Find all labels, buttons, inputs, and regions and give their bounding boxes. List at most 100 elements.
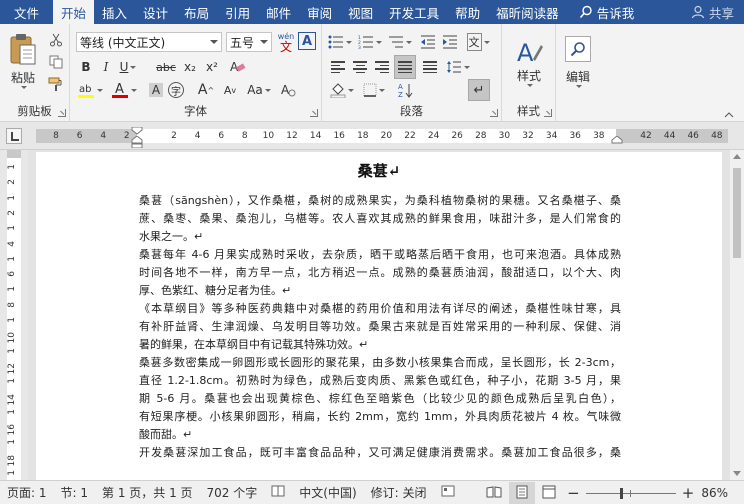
ruler-tick-label: 34 <box>545 131 558 141</box>
cut-button[interactable] <box>46 30 66 50</box>
web-layout-button[interactable] <box>535 485 563 502</box>
text-effects-button[interactable]: A <box>228 57 248 77</box>
character-border-button[interactable]: A <box>298 32 316 50</box>
zoom-level[interactable]: 86% <box>694 486 744 500</box>
tell-me-box[interactable]: 告诉我 <box>571 0 643 24</box>
status-section[interactable]: 节: 1 <box>54 484 96 501</box>
right-indent-marker[interactable] <box>611 136 623 144</box>
line-spacing-button[interactable] <box>444 57 472 77</box>
increase-indent-button[interactable] <box>440 32 460 52</box>
tab-selector[interactable] <box>6 128 22 144</box>
ruler-tick-label: 28 <box>475 131 487 141</box>
eraser-icon: A <box>230 60 246 74</box>
bold-glyph: B <box>81 60 91 74</box>
ruler-tick-label: 4 <box>194 131 201 141</box>
font-color-button[interactable]: A <box>110 80 138 100</box>
status-page-of[interactable]: 第 1 页，共 1 页 <box>95 484 200 501</box>
tab-review[interactable]: 审阅 <box>299 0 340 24</box>
clear-formatting-button[interactable]: A <box>278 80 298 100</box>
line-spacing-icon <box>447 61 461 73</box>
tab-insert[interactable]: 插入 <box>94 0 135 24</box>
align-right-button[interactable] <box>372 57 392 77</box>
tab-developer[interactable]: 开发工具 <box>381 0 447 24</box>
horizontal-ruler[interactable]: 8 6 4 2 2 4 6 8 10 12 14 16 18 20 22 24 26 28 30 32 34 36 38 42… <box>0 122 744 150</box>
tab-design[interactable]: 设计 <box>135 0 176 24</box>
share-button[interactable]: 共享 <box>691 0 744 24</box>
tab-help[interactable]: 帮助 <box>447 0 488 24</box>
copy-button[interactable] <box>46 52 66 72</box>
tab-references[interactable]: 引用 <box>217 0 258 24</box>
numbering-button[interactable]: 123 <box>356 32 384 52</box>
paragraph-dialog-launcher[interactable] <box>490 109 498 117</box>
status-language[interactable]: 中文(中国) <box>292 484 363 501</box>
scrollbar-thumb[interactable] <box>733 168 741 258</box>
status-macro-icon[interactable] <box>434 485 462 500</box>
print-layout-button[interactable] <box>509 481 536 504</box>
character-shading-button[interactable]: A <box>146 80 166 100</box>
align-right-icon <box>375 61 389 73</box>
styles-gallery-button[interactable]: A 样式 <box>508 30 550 94</box>
decrease-indent-button[interactable] <box>418 32 438 52</box>
text-highlight-button[interactable]: ab <box>76 80 104 100</box>
italic-button[interactable]: I <box>96 57 116 77</box>
document-page[interactable]: 桑葚↵ 桑葚（sāngshèn），又作桑椹，桑树的成熟果实，为桑科植物桑树的果穗… <box>36 152 722 480</box>
zoom-out-button[interactable]: − <box>563 484 580 502</box>
status-word-count[interactable]: 702 个字 <box>200 484 265 501</box>
status-page-number[interactable]: 页面: 1 <box>0 484 54 501</box>
show-formatting-marks-button[interactable]: ↵ <box>468 79 490 101</box>
borders-button[interactable] <box>360 80 388 100</box>
search-icon <box>570 42 585 57</box>
paste-button[interactable]: 粘贴 <box>6 30 40 92</box>
scroll-down-arrow-icon[interactable] <box>733 471 741 476</box>
font-name-select[interactable]: 等线 (中文正文) <box>76 32 222 52</box>
phonetic-guide-button[interactable]: wén 文 <box>276 30 296 54</box>
bullets-button[interactable] <box>326 32 354 52</box>
clipboard-dialog-launcher[interactable] <box>58 109 66 117</box>
strikethrough-button[interactable]: abc <box>154 57 178 77</box>
hanging-indent-marker[interactable] <box>131 136 143 148</box>
styles-dialog-launcher[interactable] <box>544 109 552 117</box>
align-left-button[interactable] <box>328 57 348 77</box>
status-track-changes[interactable]: 修订: 关闭 <box>364 484 434 501</box>
collapse-ribbon-button[interactable] <box>724 107 734 118</box>
vertical-scrollbar[interactable] <box>730 150 744 480</box>
format-painter-button[interactable] <box>46 74 66 94</box>
superscript-button[interactable]: x² <box>202 57 222 77</box>
shading-button[interactable] <box>328 80 356 100</box>
vertical-ruler[interactable]: 1212141618110112114116118120 <box>0 150 28 497</box>
tab-home[interactable]: 开始 <box>53 0 95 24</box>
copy-icon <box>49 55 63 69</box>
editing-button[interactable]: 编辑 <box>560 30 596 94</box>
align-center-button[interactable] <box>350 57 370 77</box>
grow-font-button[interactable]: A ^ <box>196 80 216 100</box>
scroll-up-arrow-icon[interactable] <box>733 154 741 159</box>
tab-view[interactable]: 视图 <box>340 0 381 24</box>
multilevel-list-button[interactable] <box>386 32 414 52</box>
tab-file[interactable]: 文件 <box>0 0 53 24</box>
bullet-list-icon <box>328 35 343 49</box>
subscript-button[interactable]: x₂ <box>180 57 200 77</box>
font-size-select[interactable]: 五号 <box>226 32 272 52</box>
zoom-slider[interactable] <box>585 487 676 499</box>
vertical-ruler-tick-label: 12 <box>7 362 17 375</box>
enclose-characters-button[interactable]: 字 <box>166 80 186 100</box>
shrink-font-button[interactable]: Av <box>220 80 240 100</box>
status-proofing-icon[interactable] <box>264 485 292 500</box>
tab-foxit-reader[interactable]: 福昕阅读器 <box>488 0 567 24</box>
first-line-indent-marker[interactable] <box>131 127 143 135</box>
tab-mailings[interactable]: 邮件 <box>258 0 299 24</box>
document-canvas[interactable]: 桑葚↵ 桑葚（sāngshèn），又作桑椹，桑树的成熟果实，为桑科植物桑树的果穗… <box>28 150 730 480</box>
distributed-button[interactable] <box>420 57 440 77</box>
zoom-slider-thumb[interactable] <box>619 487 623 499</box>
asian-layout-button[interactable]: 文 <box>464 32 492 52</box>
tab-layout[interactable]: 布局 <box>176 0 217 24</box>
chevron-down-icon <box>264 88 271 92</box>
font-dialog-launcher[interactable] <box>310 109 318 117</box>
underline-button[interactable]: U <box>116 57 140 77</box>
zoom-in-button[interactable]: + <box>682 484 695 502</box>
bold-button[interactable]: B <box>76 57 96 77</box>
justify-button[interactable] <box>394 55 416 79</box>
chinese-layout-button[interactable]: AZ <box>396 80 416 100</box>
read-mode-button[interactable] <box>479 485 509 501</box>
change-case-button[interactable]: Aa <box>246 80 272 100</box>
